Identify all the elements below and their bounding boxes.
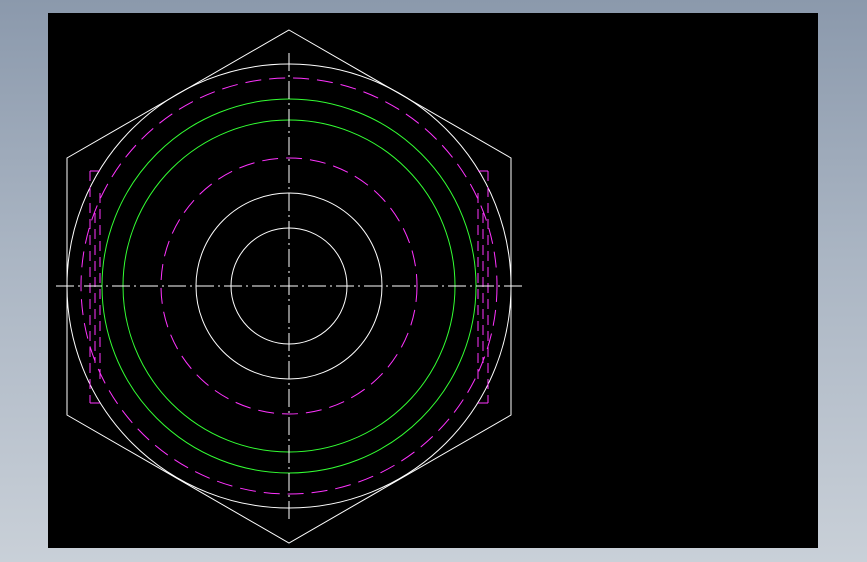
hex-nut-top-view-drawing	[56, 29, 522, 544]
hidden-profile-right	[477, 170, 489, 404]
cad-viewport[interactable]	[48, 13, 818, 548]
hidden-profile-left	[89, 170, 101, 404]
